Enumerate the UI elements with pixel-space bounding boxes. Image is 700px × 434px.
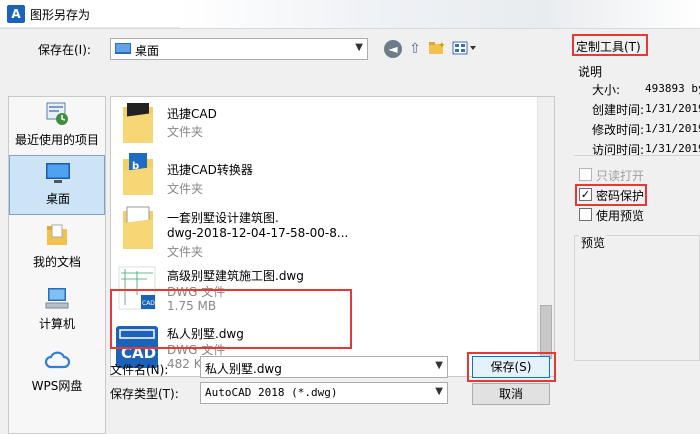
file-name-line1: 一套别墅设计建筑图. <box>167 211 279 225</box>
recent-icon <box>46 102 68 125</box>
computer-icon <box>45 288 69 309</box>
back-icon[interactable]: ◄ <box>384 40 402 58</box>
cloud-icon <box>44 351 70 369</box>
preview-header: 预览 <box>579 234 608 251</box>
chevron-down-icon: ▼ <box>435 360 443 371</box>
place-recent[interactable]: 最近使用的项目 <box>9 97 105 157</box>
filename-label: 文件名(N): <box>110 363 169 377</box>
file-name-line2: dwg-2018-12-04-17-58-00-8... <box>167 226 349 240</box>
save-button[interactable]: 保存(S) <box>472 356 550 378</box>
file-name: 私人别墅.dwg <box>167 327 244 341</box>
scroll-thumb[interactable] <box>540 305 552 359</box>
save-dialog: 保存在(I): 桌面 ▼ ◄ ⇧ ✦ 最近使用的项目 桌面 我的文档 计算机 W… <box>0 28 700 434</box>
filetype-select[interactable]: AutoCAD 2018 (*.dwg) ▼ <box>200 382 448 404</box>
place-label: 我的文档 <box>32 255 81 269</box>
documents-icon <box>47 224 67 245</box>
file-name: 高级别墅建筑施工图.dwg <box>167 269 304 283</box>
file-list-scrollbar[interactable] <box>537 97 554 376</box>
file-list[interactable]: 迅捷CAD 文件夹 b 迅捷CAD转换器 文件夹 一套别墅设计建筑图. dwg-… <box>110 96 555 377</box>
list-item[interactable]: 迅捷CAD 文件夹 <box>113 101 539 147</box>
chevron-down-icon: ▼ <box>355 42 363 53</box>
folder-icon <box>123 103 153 143</box>
info-key: 大小: <box>592 83 621 97</box>
file-type: 文件夹 <box>167 125 204 139</box>
place-label: 最近使用的项目 <box>14 133 99 147</box>
right-panel: 定制工具(T) 说明 大小: 493893 by 创建时间: 1/31/2019… <box>570 29 700 434</box>
list-item[interactable]: 一套别墅设计建筑图. dwg-2018-12-04-17-58-00-8... … <box>113 205 539 263</box>
preview-group: 预览 <box>574 234 700 361</box>
place-wps-cloud[interactable]: WPS网盘 <box>9 343 105 403</box>
place-label: 计算机 <box>38 317 75 331</box>
password-label: 密码保护 <box>596 189 645 203</box>
info-value: 1/31/2019 <box>645 142 700 155</box>
window-title: 图形另存为 <box>30 8 91 22</box>
place-label: WPS网盘 <box>31 379 83 393</box>
place-computer[interactable]: 计算机 <box>9 281 105 341</box>
svg-text:✦: ✦ <box>438 41 446 51</box>
list-item[interactable]: b 迅捷CAD转换器 文件夹 <box>113 151 539 201</box>
save-in-label: 保存在(I): <box>38 43 91 57</box>
up-folder-icon[interactable]: ⇧ <box>406 40 424 58</box>
places-bar: 最近使用的项目 桌面 我的文档 计算机 WPS网盘 <box>8 96 106 434</box>
list-item[interactable]: CAD 高级别墅建筑施工图.dwg DWG 文件 1.75 MB <box>113 265 539 315</box>
dwg-thumbnail-icon: CAD <box>118 266 156 310</box>
title-bar-background <box>180 0 700 28</box>
tools-menu[interactable]: 定制工具(T) <box>576 38 641 55</box>
save-in-dropdown[interactable]: 桌面 ▼ <box>110 38 368 60</box>
filename-value: 私人别墅.dwg <box>205 362 282 376</box>
file-type: DWG 文件 <box>167 285 226 299</box>
desktop-icon <box>46 163 70 183</box>
file-name: 迅捷CAD <box>167 107 217 121</box>
place-documents[interactable]: 我的文档 <box>9 219 105 279</box>
view-menu-icon[interactable] <box>452 40 478 58</box>
chevron-down-icon: ▼ <box>435 386 443 397</box>
title-bar: A 图形另存为 <box>0 0 700 28</box>
file-size: 1.75 MB <box>167 299 217 313</box>
desktop-small-icon <box>115 43 131 54</box>
file-type: 文件夹 <box>167 245 204 259</box>
filetype-value: AutoCAD 2018 (*.dwg) <box>205 386 338 399</box>
info-key: 修改时间: <box>592 123 645 137</box>
info-group: 说明 大小: 493893 by 创建时间: 1/31/2019 修改时间: 1… <box>570 63 700 157</box>
info-value: 1/31/2019 <box>645 122 700 135</box>
folder-icon <box>123 206 153 249</box>
svg-text:CAD: CAD <box>142 300 155 307</box>
folder-icon: b <box>123 153 153 195</box>
svg-text:CAD: CAD <box>121 344 156 362</box>
place-label: 桌面 <box>45 192 70 206</box>
place-desktop[interactable]: 桌面 <box>9 155 105 215</box>
password-checkbox[interactable]: ✓ <box>579 188 592 201</box>
file-type: 文件夹 <box>167 182 204 196</box>
filename-input[interactable]: 私人别墅.dwg ▼ <box>200 356 448 378</box>
info-value: 493893 by <box>645 82 700 95</box>
app-icon: A <box>7 5 25 23</box>
readonly-label: 只读打开 <box>596 169 645 183</box>
preview-check-label: 使用预览 <box>596 209 645 223</box>
info-key: 创建时间: <box>592 103 645 117</box>
cancel-button[interactable]: 取消 <box>472 383 550 405</box>
new-folder-icon[interactable]: ✦ <box>428 40 446 58</box>
readonly-checkbox[interactable] <box>579 168 592 181</box>
separator <box>574 155 700 156</box>
save-in-value: 桌面 <box>135 44 160 58</box>
info-header: 说明 <box>578 65 603 79</box>
preview-checkbox[interactable] <box>579 208 592 221</box>
filetype-label: 保存类型(T): <box>110 387 179 401</box>
file-name: 迅捷CAD转换器 <box>167 163 253 177</box>
info-value: 1/31/2019 <box>645 102 700 115</box>
